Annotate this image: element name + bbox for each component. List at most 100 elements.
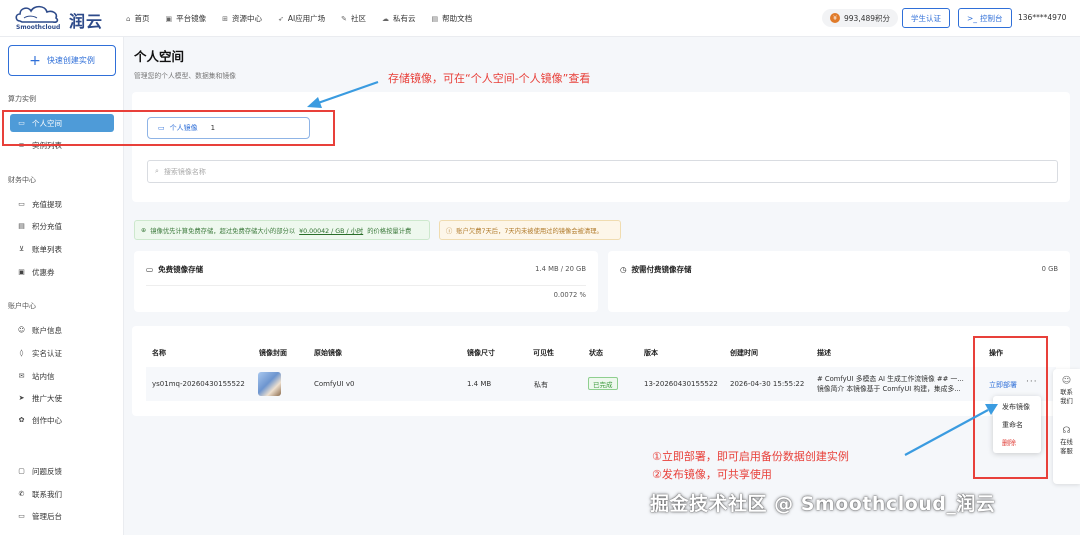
page-subtitle: 管理您的个人模型、数据集和镜像	[134, 72, 236, 80]
nav-platform-images[interactable]: ▣ 平台镜像	[157, 0, 214, 37]
sidebar-item-label: 管理后台	[32, 511, 62, 521]
student-verify-button[interactable]: 学生认证	[902, 8, 950, 28]
float-label: 我们	[1060, 398, 1073, 405]
online-support-button[interactable]: ☊ 在线 客服	[1053, 427, 1080, 456]
console-button[interactable]: >_ 控制台	[958, 8, 1012, 28]
sidebar-item-real-name[interactable]: ◊ 实名认证	[10, 344, 114, 362]
home-icon: ⌂	[126, 14, 131, 23]
highlight-box-actions	[973, 336, 1048, 479]
rocket-icon: ➶	[277, 14, 284, 23]
section-title-account: 账户中心	[8, 302, 36, 310]
search-icon: ⌕	[155, 167, 159, 175]
sidebar-item-label: 充值提现	[32, 199, 62, 209]
shield-icon: ◊	[19, 349, 24, 357]
status-badge: 已完成	[588, 377, 618, 390]
desc-line: # ComfyUI 多模态 AI 生成工作流镜像 ## 一...	[817, 375, 964, 383]
nav-community[interactable]: ✎ 社区	[333, 0, 374, 37]
sidebar-item-ambassador[interactable]: ➤ 推广大使	[10, 389, 114, 407]
storage-pricing-notice: ⊕ 镜像优先计算免费存储，超过免费存储大小的部分以 ¥0.00042 / GB …	[134, 220, 430, 240]
annotation-bottom-line2: ②发布镜像，可共享使用	[652, 468, 772, 481]
nav-resource-center[interactable]: ⊞ 资源中心	[214, 0, 270, 37]
disk-icon: ▭	[146, 265, 154, 274]
sidebar-item-label: 联系我们	[32, 489, 62, 499]
grid-icon: ⊞	[222, 14, 228, 23]
brand-name-en: Smoothcloud	[16, 24, 61, 31]
nav-ai-apps[interactable]: ➶ AI应用广场	[270, 0, 333, 37]
free-storage-bar	[146, 285, 586, 286]
book-icon: ▤	[431, 14, 439, 23]
sidebar-item-label: 推广大使	[32, 393, 62, 403]
col-header-origin: 原始镜像	[314, 349, 342, 357]
points-badge[interactable]: ¥ 993,489积分	[822, 9, 899, 27]
quick-create-instance-button[interactable]: + 快速创建实例	[8, 45, 116, 76]
sidebar-item-label: 创作中心	[32, 415, 62, 425]
cell-size: 1.4 MB	[467, 380, 492, 388]
points-value: 993,489积分	[844, 13, 891, 23]
tag-icon: ✎	[341, 14, 348, 23]
desc-line: 镜像简介 本镜像基于 ComfyUI 构建，集成多...	[817, 385, 961, 393]
phone-icon: ✆	[18, 490, 25, 498]
top-navbar: Smoothcloud 润云 ⌂ 首页 ▣ 平台镜像 ⊞ 资源中心 ➶ AI应用广场 ✎…	[0, 0, 1080, 37]
sidebar-item-messages[interactable]: ✉ 站内信	[10, 367, 114, 385]
sidebar-item-points-recharge[interactable]: ▤ 积分充值	[10, 217, 114, 235]
paid-storage-value: 0 GB	[1041, 265, 1058, 273]
float-label: 在线	[1060, 439, 1073, 446]
sidebar-item-admin[interactable]: ▭ 管理后台	[10, 507, 114, 525]
arrears-notice: ⓘ 账户欠费7天后，7天内未被使用过的镜像会被清理。	[439, 220, 621, 240]
images-panel	[132, 92, 1070, 202]
monitor-icon: ▭	[18, 512, 25, 520]
cell-visibility: 私有	[534, 381, 548, 389]
sidebar-item-coupons[interactable]: ▣ 优惠券	[10, 263, 114, 281]
coupon-icon: ▣	[18, 268, 25, 276]
sidebar-item-label: 站内信	[32, 371, 55, 381]
paid-storage-card: ◷ 按需付费镜像存储 0 GB	[608, 251, 1070, 312]
box-icon: ▣	[165, 14, 173, 23]
section-title-compute: 算力实例	[8, 95, 36, 103]
cell-origin: ComfyUI v0	[314, 380, 355, 388]
sidebar-item-bills[interactable]: ⊻ 账单列表	[10, 240, 114, 258]
warning-icon: ⓘ	[446, 227, 453, 235]
contact-us-button[interactable]: ☺ 联系 我们	[1053, 377, 1080, 406]
floating-help-bar: ☺ 联系 我们 ☊ 在线 客服	[1053, 369, 1080, 484]
send-icon: ➤	[18, 394, 25, 402]
sidebar-item-label: 问题反馈	[32, 466, 62, 476]
cloud-logo-icon	[15, 5, 59, 23]
watermark: 掘金技术社区 @ Smoothcloud_润云	[650, 493, 996, 515]
info-icon: ⊕	[141, 226, 147, 234]
col-header-created: 创建时间	[730, 349, 758, 357]
store-title-label: 按需付费镜像存储	[631, 265, 692, 274]
nav-label: 社区	[351, 14, 367, 23]
cell-created: 2026-04-30 15:55:22	[730, 380, 805, 388]
float-label: 联系	[1060, 389, 1073, 396]
user-account[interactable]: 136****4970	[1018, 13, 1066, 22]
sidebar-item-creator[interactable]: ✿ 创作中心	[10, 411, 114, 429]
free-storage-title: ▭ 免费镜像存储	[146, 264, 203, 275]
logo[interactable]: Smoothcloud 润云	[14, 3, 110, 33]
nav-label: 资源中心	[231, 14, 262, 23]
highlight-box-sidebar-tab	[2, 110, 335, 146]
cell-version: 13-20260430155522	[644, 380, 718, 388]
quick-create-label: 快速创建实例	[46, 56, 95, 65]
page-title: 个人空间	[134, 49, 185, 64]
sidebar-item-label: 优惠券	[32, 267, 55, 277]
terminal-icon: >_	[967, 13, 978, 23]
nav-private-cloud[interactable]: ☁ 私有云	[374, 0, 424, 37]
sidebar-item-recharge[interactable]: ▭ 充值提现	[10, 195, 114, 213]
search-input[interactable]: ⌕ 搜索镜像名称	[147, 160, 1058, 183]
main-nav: ⌂ 首页 ▣ 平台镜像 ⊞ 资源中心 ➶ AI应用广场 ✎ 社区 ☁ 私有云 ▤ 帮助文档	[118, 0, 480, 37]
sidebar-item-contact[interactable]: ✆ 联系我们	[10, 485, 114, 503]
sidebar-item-feedback[interactable]: ▢ 问题反馈	[10, 462, 114, 480]
float-label: 客服	[1060, 448, 1073, 455]
clock-icon: ◷	[620, 265, 627, 274]
nav-label: AI应用广场	[287, 14, 326, 23]
sidebar-item-label: 账单列表	[32, 244, 62, 254]
mail-icon: ✉	[18, 372, 25, 380]
sidebar-item-account-info[interactable]: ☺ 账户信息	[10, 321, 114, 339]
col-header-cover: 镜像封面	[259, 349, 287, 357]
cell-description: # ComfyUI 多模态 AI 生成工作流镜像 ## 一... 镜像简介 本镜…	[817, 374, 982, 394]
headset-icon: ☊	[1062, 426, 1071, 436]
sidebar-item-label: 账户信息	[32, 325, 62, 335]
cloud-icon: ☁	[382, 14, 390, 23]
nav-home[interactable]: ⌂ 首页	[118, 0, 157, 37]
nav-help-docs[interactable]: ▤ 帮助文档	[424, 0, 481, 37]
